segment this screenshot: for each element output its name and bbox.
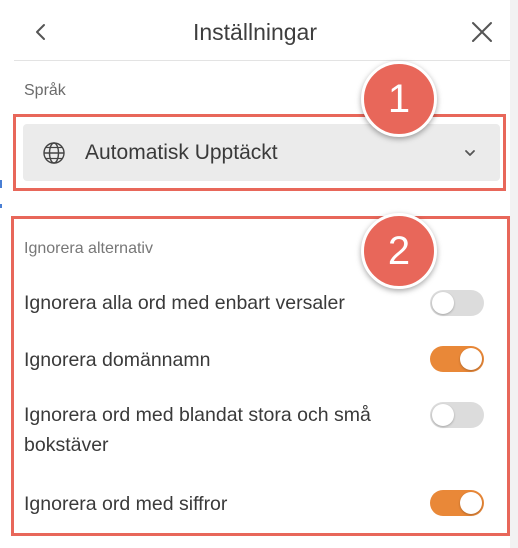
toggle-domains[interactable] xyxy=(430,346,484,372)
option-label-uppercase: Ignorera alla ord med enbart versaler xyxy=(24,292,345,314)
close-icon xyxy=(472,22,492,42)
page-title: Inställningar xyxy=(192,19,318,45)
toggle-mixed-case[interactable] xyxy=(430,402,484,428)
option-label-domains: Ignorera domännamn xyxy=(24,349,211,371)
settings-panel: Inställningar Språk Automatisk Upptäckt … xyxy=(0,0,510,548)
language-select[interactable]: Automatisk Upptäckt xyxy=(23,124,500,181)
language-select-value: Automatisk Upptäckt xyxy=(85,141,278,164)
globe-icon xyxy=(43,142,65,164)
annotation-badge-1: 1 xyxy=(361,61,437,137)
chevron-down-icon xyxy=(465,150,475,156)
edge-marker xyxy=(0,180,2,188)
annotation-badge-2: 2 xyxy=(361,213,437,289)
option-label-digits: Ignorera ord med siffror xyxy=(24,493,228,515)
toggle-knob xyxy=(432,292,454,314)
toggle-knob xyxy=(460,348,482,370)
header: Inställningar xyxy=(0,0,510,62)
language-section-label: Språk xyxy=(24,82,66,99)
option-label-mixed-case: Ignorera ord med blandat stora och små b… xyxy=(24,404,371,456)
header-divider xyxy=(14,60,510,61)
toggle-knob xyxy=(460,492,482,514)
annotation-frame-2 xyxy=(11,216,510,536)
close-button[interactable] xyxy=(468,18,496,46)
edge-marker xyxy=(0,204,2,208)
toggle-uppercase[interactable] xyxy=(430,290,484,316)
toggle-knob xyxy=(432,404,454,426)
ignore-section-label: Ignorera alternativ xyxy=(24,240,153,257)
toggle-digits[interactable] xyxy=(430,490,484,516)
